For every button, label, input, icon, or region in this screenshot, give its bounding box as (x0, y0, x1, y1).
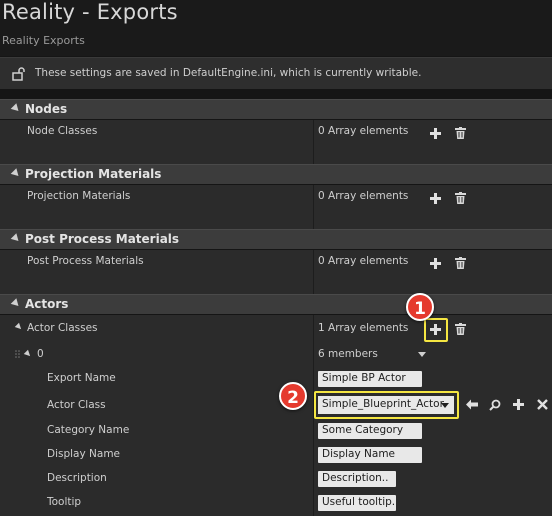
property-name: Description (47, 472, 107, 484)
array-count: 0 Array elements (318, 255, 409, 267)
annotation-badge-2: 2 (279, 382, 307, 410)
array-count: 0 Array elements (318, 190, 409, 202)
arrow-left-icon[interactable] (466, 399, 478, 410)
collapse-arrow-icon[interactable] (10, 233, 22, 244)
category-actors[interactable]: Actors (0, 294, 552, 314)
page-title: Reality - Exports (2, 0, 178, 24)
display-name-input[interactable]: Display Name (318, 447, 422, 463)
export-name-input[interactable]: Simple BP Actor (318, 371, 422, 387)
trash-icon[interactable] (455, 192, 466, 204)
details-header: Reality - Exports Reality Exports (0, 0, 552, 56)
property-name: Actor Classes (27, 322, 98, 334)
array-count: 1 Array elements (318, 322, 409, 334)
category-label: Actors (25, 297, 69, 311)
property-name: Export Name (47, 372, 116, 384)
property-name: Post Process Materials (27, 255, 144, 267)
annotation-badge-1: 1 (406, 293, 434, 321)
property-row-category-name: Category Name Some Category (0, 419, 552, 443)
category-nodes[interactable]: Nodes (0, 99, 552, 119)
add-element-icon[interactable] (430, 193, 441, 204)
config-notice-text: These settings are saved in DefaultEngin… (35, 67, 422, 79)
actor-class-dropdown[interactable]: Simple_Blueprint_Actor (318, 396, 454, 414)
property-name: Category Name (47, 424, 130, 436)
property-row-display-name: Display Name Display Name (0, 443, 552, 467)
add-element-icon[interactable] (430, 128, 441, 139)
description-input[interactable]: Description.. (318, 471, 396, 487)
property-row-export-name: Export Name Simple BP Actor (0, 367, 552, 391)
category-name-input[interactable]: Some Category (318, 423, 422, 439)
collapse-arrow-icon[interactable] (10, 103, 22, 114)
config-notice-bar: These settings are saved in DefaultEngin… (0, 57, 552, 89)
clear-x-icon[interactable] (537, 399, 548, 410)
property-row-tooltip: Tooltip Useful tooltip. (0, 491, 552, 516)
category-label: Post Process Materials (25, 232, 180, 246)
add-icon[interactable] (513, 399, 524, 410)
property-name: Display Name (47, 448, 121, 460)
property-name: Projection Materials (27, 190, 131, 202)
property-name: Node Classes (27, 125, 98, 137)
add-element-icon[interactable] (430, 324, 441, 335)
array-element-index: 0 (37, 348, 44, 360)
property-row-node-classes: Node Classes 0 Array elements (0, 120, 552, 164)
collapse-arrow-icon[interactable] (10, 298, 22, 309)
array-element-row: 0 6 members (0, 342, 552, 367)
category-post-process-materials[interactable]: Post Process Materials (0, 229, 552, 249)
category-label: Nodes (25, 102, 68, 116)
actor-class-value: Simple_Blueprint_Actor (322, 398, 444, 410)
unlocked-lock-icon (12, 67, 25, 81)
trash-icon[interactable] (455, 127, 466, 139)
property-name: Actor Class (47, 399, 106, 411)
chevron-down-icon[interactable] (418, 352, 426, 357)
array-count: 0 Array elements (318, 125, 409, 137)
category-projection-materials[interactable]: Projection Materials (0, 164, 552, 184)
collapse-arrow-icon[interactable] (23, 349, 33, 359)
page-subtitle: Reality Exports (2, 34, 85, 47)
members-count: 6 members (318, 348, 378, 360)
trash-icon[interactable] (455, 323, 466, 335)
category-label: Projection Materials (25, 167, 162, 181)
collapse-arrow-icon[interactable] (14, 322, 24, 332)
property-row-actor-class: Actor Class Simple_Blueprint_Actor (0, 391, 552, 419)
add-element-icon[interactable] (430, 258, 441, 269)
property-row-actor-classes: Actor Classes 1 Array elements (0, 315, 552, 342)
property-row-projection-materials: Projection Materials 0 Array elements (0, 185, 552, 229)
collapse-arrow-icon[interactable] (10, 168, 22, 179)
tooltip-input[interactable]: Useful tooltip. (318, 495, 396, 511)
property-name: Tooltip (47, 496, 82, 508)
drag-handle-icon[interactable] (15, 350, 21, 360)
property-row-post-process-materials: Post Process Materials 0 Array elements (0, 250, 552, 294)
chevron-down-icon (441, 403, 449, 408)
trash-icon[interactable] (455, 257, 466, 269)
property-row-description: Description Description.. (0, 467, 552, 491)
search-icon[interactable] (489, 399, 501, 411)
